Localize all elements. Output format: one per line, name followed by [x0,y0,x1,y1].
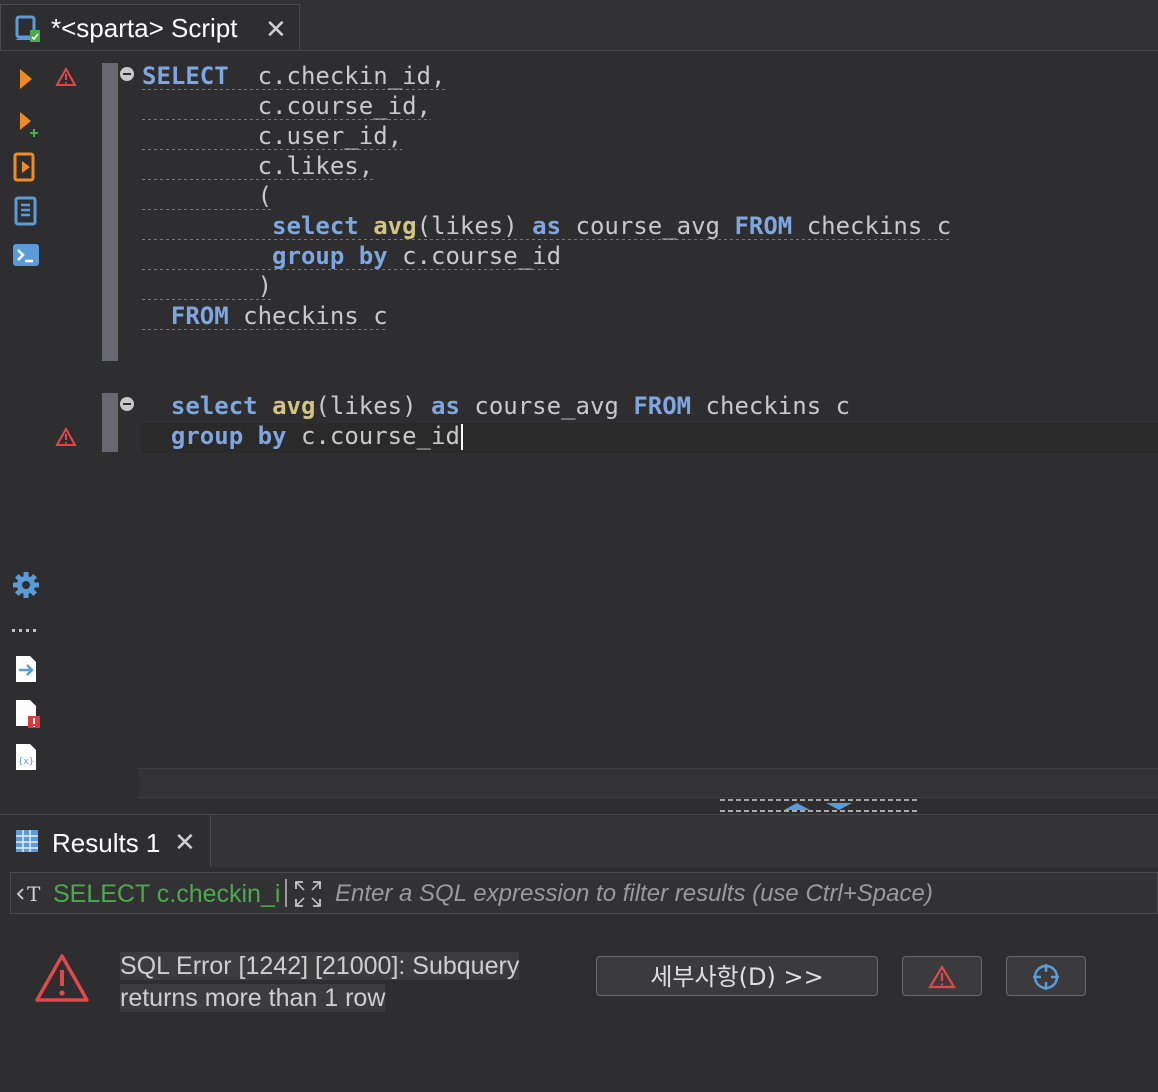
results-filter-bar: T SELECT c.checkin_id, Enter a SQL expre… [10,872,1158,914]
panel-splitter[interactable] [0,796,1158,814]
results-tab-bar: Results 1 ✕ [0,814,1158,867]
code-text: checkins c [228,302,388,330]
script-icon [15,15,41,42]
console-icon[interactable] [10,239,42,271]
code-text: checkins c [691,392,851,420]
code-line: c.course_id, [142,91,431,121]
filter-input[interactable]: Enter a SQL expression to filter results… [335,880,933,908]
show-error-log-button[interactable] [902,956,982,996]
editor-tab-bar: *<sparta> Script ✕ [0,0,1158,51]
code-line: group by c.course_id [142,241,562,271]
filter-divider [285,879,287,907]
sql-keyword: by [257,422,287,450]
fold-collapse-icon[interactable] [119,396,135,412]
fold-collapse-icon[interactable] [119,66,135,82]
code-text: (likes) [315,392,432,420]
code-line: SELECT c.checkin_id, [142,61,446,91]
svg-text:{x}: {x} [18,757,34,767]
code-text: (likes) [416,212,533,240]
more-icon[interactable] [10,615,42,647]
grid-icon [16,830,38,852]
warning-icon [928,964,956,989]
sql-editor[interactable]: {x} SELECT c.checkin_id, c.course_id, c.… [0,51,1158,813]
code-text: course_avg [561,212,735,240]
details-button[interactable]: 세부사항(D) >> [596,956,878,996]
sql-function: avg [373,212,417,240]
code-text: c.likes, [142,152,374,180]
sql-keyword: group [170,422,244,450]
sql-keyword: FROM [170,302,229,330]
code-line: select avg(likes) as course_avg FROM che… [142,211,952,241]
code-line: group by c.course_id [142,421,463,451]
locate-error-button[interactable] [1006,956,1086,996]
crosshair-icon [1033,964,1059,990]
code-line: c.likes, [142,151,374,181]
horizontal-scrollbar[interactable] [138,768,1158,798]
code-text: checkins c [792,212,952,240]
explain-plan-icon[interactable] [10,195,42,227]
export-icon[interactable] [10,653,42,685]
sql-keyword: FROM [633,392,692,420]
tab-results-1[interactable]: Results 1 ✕ [0,815,211,867]
warning-icon [55,427,77,446]
sql-keyword: as [532,212,562,240]
code-line: c.user_id, [142,121,403,151]
sql-keyword: as [431,392,460,420]
sql-keyword: by [358,242,388,270]
warning-icon [55,67,77,86]
editor-toolbar: {x} [0,51,50,813]
settings-gear-icon[interactable] [10,569,42,601]
maximize-icon[interactable] [293,879,323,909]
error-message: SQL Error [1242] [21000]: Subquery retur… [120,950,560,1014]
problems-icon[interactable] [10,697,42,729]
variables-icon[interactable]: {x} [10,741,42,773]
code-text: c.course_id, [142,92,431,120]
execute-script-icon[interactable] [10,151,42,183]
code-text: ( [142,182,273,210]
error-icon [35,954,89,1002]
code-text: c.user_id, [142,122,403,150]
text-caret [460,424,463,450]
code-text: ) [142,272,273,300]
sql-text-icon: T [16,882,41,906]
execute-in-new-tab-icon[interactable] [10,107,42,139]
code-text: c.course_id [387,242,562,270]
svg-text:T: T [27,882,41,906]
code-text: c.course_id [286,422,460,450]
statement-block-marker [102,393,118,452]
sql-keyword: SELECT [142,62,229,90]
code-text: c.checkin_id, [228,62,446,90]
code-line: FROM checkins c [142,301,388,331]
code-text: course_avg [459,392,634,420]
error-message-line-2: returns more than 1 row [120,984,386,1012]
code-line: ( [142,181,273,211]
code-line: ) [142,271,273,301]
sql-keyword: select [170,392,258,420]
filter-query-text[interactable]: SELECT c.checkin_id, [53,880,281,909]
statement-block-marker [102,63,118,361]
error-message-line-1: SQL Error [1242] [21000]: Subquery [120,952,520,980]
results-tab-close-icon[interactable]: ✕ [174,829,196,855]
sql-keyword: FROM [734,212,793,240]
tab-close-icon[interactable]: ✕ [265,16,287,42]
sql-function: avg [272,392,316,420]
code-line: select avg(likes) as course_avg FROM che… [142,391,850,421]
execute-statement-icon[interactable] [10,63,42,95]
sql-keyword: group [272,242,345,270]
sql-keyword: select [272,212,359,240]
results-tab-label: Results 1 [52,828,161,858]
tab-script-label: *<sparta> Script [51,13,238,43]
tab-script[interactable]: *<sparta> Script ✕ [0,4,300,50]
